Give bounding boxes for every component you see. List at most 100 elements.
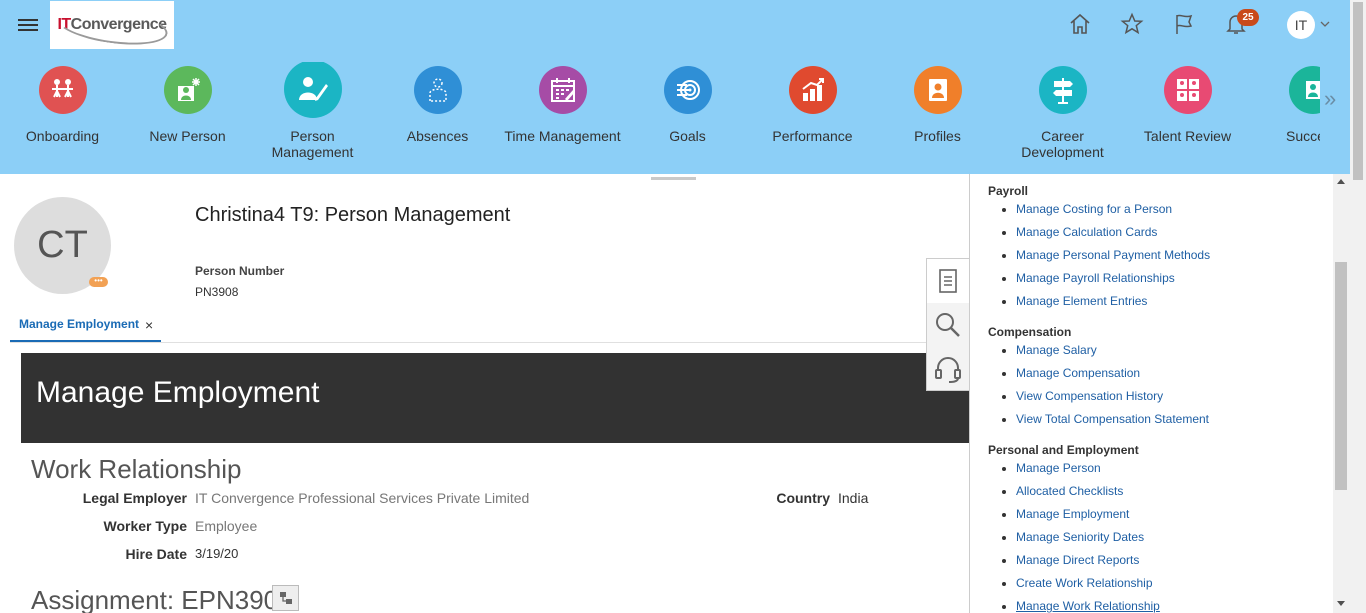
menu-icon[interactable] — [18, 16, 38, 34]
succession-icon — [1288, 66, 1320, 114]
user-avatar[interactable]: IT — [1287, 11, 1315, 39]
person-management-icon — [283, 62, 342, 118]
app-profiles[interactable]: Profiles — [875, 62, 1000, 144]
app-new-person[interactable]: New Person — [125, 62, 250, 144]
goals-icon — [663, 66, 712, 114]
scroll-thumb[interactable] — [1335, 262, 1347, 490]
section-heading-personal-employment: Personal and Employment — [988, 443, 1139, 457]
legal-employer-value: IT Convergence Professional Services Pri… — [195, 490, 530, 506]
app-label: Profiles — [914, 128, 961, 144]
app-person-management[interactable]: Person Management — [250, 62, 375, 160]
link-manage-salary[interactable]: Manage Salary — [1016, 343, 1097, 357]
link-manage-costing[interactable]: Manage Costing for a Person — [1016, 202, 1172, 216]
app-label: Time Management — [504, 128, 621, 144]
app-label: Career Development — [1021, 128, 1104, 160]
app-label: Absences — [406, 128, 469, 144]
app-label: Talent Review — [1143, 128, 1232, 144]
app-label: Success — [1286, 128, 1320, 144]
link-manage-payroll-relationships[interactable]: Manage Payroll Relationships — [1016, 271, 1175, 285]
next-apps-icon[interactable]: » — [1324, 86, 1336, 112]
time-management-icon — [538, 66, 587, 114]
section-heading-payroll: Payroll — [988, 184, 1029, 198]
link-view-compensation-history[interactable]: View Compensation History — [1016, 389, 1163, 403]
app-label: Onboarding — [25, 128, 100, 144]
app-label: Goals — [669, 128, 706, 144]
search-icon[interactable] — [927, 303, 969, 347]
page-title: Christina4 T9: Person Management — [195, 204, 511, 226]
link-manage-calculation-cards[interactable]: Manage Calculation Cards — [1016, 225, 1157, 239]
link-manage-employment[interactable]: Manage Employment — [1016, 507, 1129, 521]
link-manage-work-relationship[interactable]: Manage Work Relationship — [1016, 599, 1160, 613]
app-strip: Onboarding New Person Person Management … — [0, 62, 1320, 172]
app-label: New Person — [149, 128, 226, 144]
bullet — [1002, 254, 1006, 258]
work-relationship-heading: Work Relationship — [31, 454, 242, 484]
flag-icon[interactable] — [1172, 12, 1196, 36]
bullet — [1002, 372, 1006, 376]
performance-icon — [788, 66, 837, 114]
bullet — [1002, 208, 1006, 212]
country-label: Country — [776, 490, 830, 506]
more-options-icon[interactable]: ••• — [89, 277, 108, 287]
panel-scrollbar[interactable] — [1333, 174, 1350, 613]
link-manage-personal-payment-methods[interactable]: Manage Personal Payment Methods — [1016, 248, 1210, 262]
link-manage-seniority-dates[interactable]: Manage Seniority Dates — [1016, 530, 1144, 544]
link-manage-direct-reports[interactable]: Manage Direct Reports — [1016, 553, 1139, 567]
bullet — [1002, 300, 1006, 304]
hire-date-value: 3/19/20 — [195, 546, 239, 561]
app-time-management[interactable]: Time Management — [500, 62, 625, 144]
bullet — [1002, 513, 1006, 517]
link-allocated-checklists[interactable]: Allocated Checklists — [1016, 484, 1123, 498]
link-manage-element-entries[interactable]: Manage Element Entries — [1016, 294, 1147, 308]
bullet — [1002, 395, 1006, 399]
scroll-up-icon[interactable] — [1337, 179, 1345, 184]
tasks-icon[interactable] — [927, 259, 969, 303]
link-manage-compensation[interactable]: Manage Compensation — [1016, 366, 1140, 380]
notifications-badge[interactable]: 25 — [1237, 9, 1259, 26]
worker-type-label: Worker Type — [103, 518, 187, 534]
assignment-heading: Assignment: EPN3908 — [31, 585, 293, 613]
company-logo[interactable]: ITConvergence — [50, 1, 174, 51]
bullet — [1002, 536, 1006, 540]
app-onboarding[interactable]: Onboarding — [0, 62, 125, 144]
star-icon[interactable] — [1120, 12, 1144, 36]
app-goals[interactable]: Goals — [625, 62, 750, 144]
home-icon[interactable] — [1068, 12, 1092, 36]
person-number-label: Person Number — [195, 264, 285, 278]
app-absences[interactable]: Absences — [375, 62, 500, 144]
app-succession[interactable]: Success — [1250, 62, 1320, 144]
bullet — [1002, 605, 1006, 609]
page-scrollbar[interactable] — [1350, 0, 1366, 613]
help-icon[interactable] — [927, 347, 969, 391]
chevron-down-icon[interactable] — [1320, 19, 1330, 29]
worker-type-value: Employee — [195, 518, 258, 534]
resize-handle[interactable] — [651, 177, 696, 180]
link-create-work-relationship[interactable]: Create Work Relationship — [1016, 576, 1153, 590]
tab-manage-employment[interactable]: Manage Employment — [10, 310, 161, 342]
bullet — [1002, 490, 1006, 494]
scroll-thumb[interactable] — [1353, 2, 1363, 180]
bullet — [1002, 467, 1006, 471]
tab-label: Manage Employment — [19, 317, 140, 331]
springboard-header: ITConvergence 25 IT Onboarding New Perso… — [0, 0, 1350, 174]
scroll-down-icon[interactable] — [1337, 601, 1345, 606]
banner-title: Manage Employment — [36, 376, 320, 409]
onboarding-icon — [38, 66, 87, 114]
link-manage-person[interactable]: Manage Person — [1016, 461, 1101, 475]
link-view-total-compensation-statement[interactable]: View Total Compensation Statement — [1016, 412, 1209, 426]
hierarchy-button[interactable] — [272, 585, 299, 611]
hire-date-label: Hire Date — [125, 546, 187, 562]
main-content: CT ••• Christina4 T9: Person Management … — [0, 174, 969, 613]
country-value: India — [838, 490, 869, 506]
logo-swoosh — [54, 1, 170, 51]
absences-icon — [413, 66, 462, 114]
talent-review-icon — [1163, 66, 1212, 114]
close-icon[interactable]: × — [145, 317, 153, 333]
app-performance[interactable]: Performance — [750, 62, 875, 144]
app-career-development[interactable]: Career Development — [1000, 62, 1125, 160]
bullet — [1002, 231, 1006, 235]
app-talent-review[interactable]: Talent Review — [1125, 62, 1250, 144]
tab-divider — [10, 342, 969, 343]
legal-employer-label: Legal Employer — [82, 490, 187, 506]
new-person-icon — [163, 66, 212, 114]
